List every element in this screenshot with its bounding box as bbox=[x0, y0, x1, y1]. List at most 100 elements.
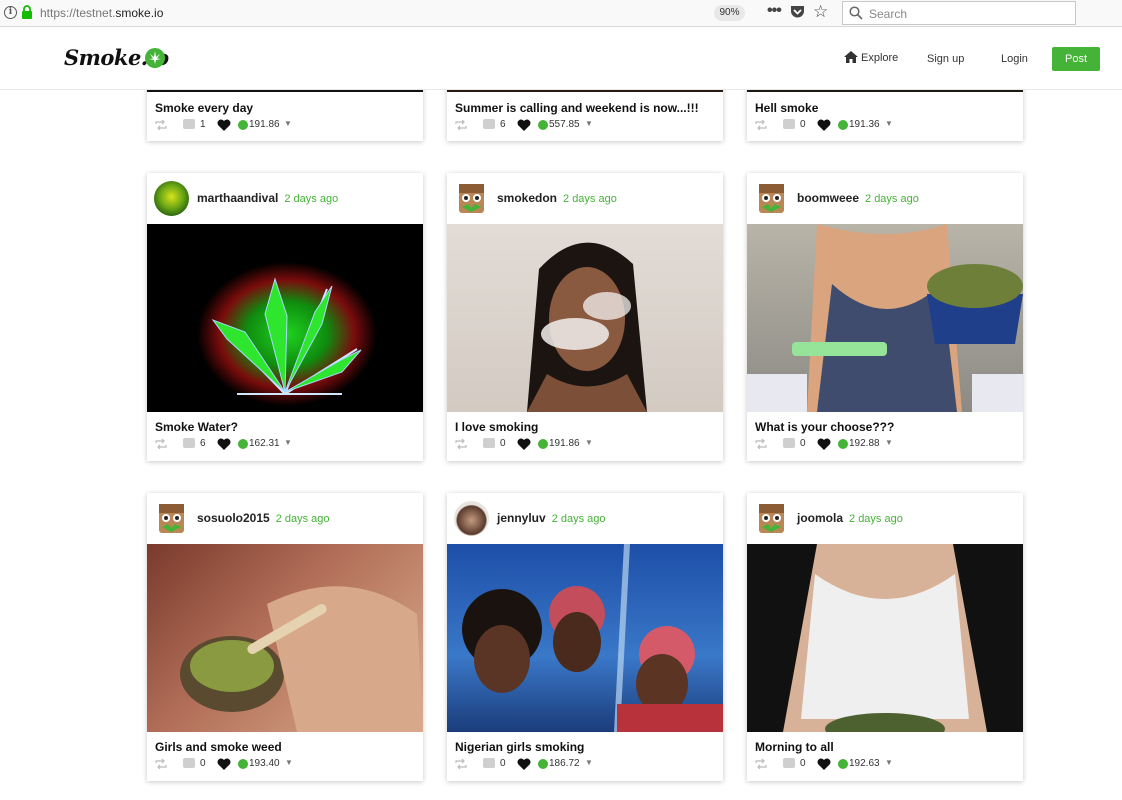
chevron-down-icon[interactable]: ▼ bbox=[885, 438, 893, 447]
browser-search-input[interactable]: Search bbox=[842, 1, 1076, 25]
heart-icon[interactable] bbox=[817, 438, 831, 450]
heart-icon[interactable] bbox=[217, 758, 231, 770]
post-card[interactable]: boomweee 2 days ago What is your choose??… bbox=[747, 173, 1023, 461]
resteem-icon[interactable] bbox=[155, 439, 167, 449]
comment-icon[interactable] bbox=[783, 119, 795, 129]
comment-icon[interactable] bbox=[783, 758, 795, 768]
chevron-down-icon[interactable]: ▼ bbox=[585, 119, 593, 128]
resteem-icon[interactable] bbox=[455, 759, 467, 769]
heart-icon[interactable] bbox=[517, 119, 531, 131]
search-placeholder: Search bbox=[869, 7, 908, 21]
comment-icon[interactable] bbox=[183, 119, 195, 129]
post-author: marthaandival 2 days ago bbox=[147, 173, 423, 224]
nav-explore-link[interactable]: Explore bbox=[844, 51, 898, 64]
chevron-down-icon[interactable]: ▼ bbox=[885, 758, 893, 767]
author-link[interactable]: joomola 2 days ago bbox=[797, 511, 903, 525]
post-author: jennyluv 2 days ago bbox=[447, 493, 723, 544]
chevron-down-icon[interactable]: ▼ bbox=[285, 758, 293, 767]
payout-value: 191.86 bbox=[549, 438, 580, 449]
resteem-icon[interactable] bbox=[755, 439, 767, 449]
post-image[interactable] bbox=[747, 224, 1023, 412]
post-button[interactable]: Post bbox=[1052, 47, 1100, 71]
author-link[interactable]: boomweee 2 days ago bbox=[797, 191, 919, 205]
resteem-icon[interactable] bbox=[455, 120, 467, 130]
comment-icon[interactable] bbox=[183, 438, 195, 448]
comment-icon[interactable] bbox=[483, 758, 495, 768]
post-card[interactable]: marthaandival 2 days ago Smoke Water? 6 1… bbox=[147, 173, 423, 461]
payout-value: 193.40 bbox=[249, 758, 280, 769]
chevron-down-icon[interactable]: ▼ bbox=[585, 438, 593, 447]
comment-icon[interactable] bbox=[483, 438, 495, 448]
payout-value: 557.85 bbox=[549, 119, 580, 130]
comment-icon[interactable] bbox=[783, 438, 795, 448]
heart-icon[interactable] bbox=[817, 119, 831, 131]
resteem-icon[interactable] bbox=[155, 120, 167, 130]
post-image[interactable] bbox=[447, 544, 723, 732]
post-title[interactable]: Hell smoke bbox=[755, 101, 818, 115]
nav-signup-link[interactable]: Sign up bbox=[927, 53, 964, 65]
post-title[interactable]: Girls and smoke weed bbox=[155, 740, 282, 754]
chevron-down-icon[interactable]: ▼ bbox=[885, 119, 893, 128]
post-meta: 6 557.85 ▼ bbox=[455, 119, 715, 133]
resteem-icon[interactable] bbox=[155, 759, 167, 769]
avatar[interactable] bbox=[154, 181, 189, 216]
payout-leaf-icon bbox=[838, 439, 848, 449]
avatar[interactable] bbox=[754, 181, 789, 216]
post-title[interactable]: Smoke Water? bbox=[155, 420, 238, 434]
resteem-icon[interactable] bbox=[455, 439, 467, 449]
comment-icon[interactable] bbox=[183, 758, 195, 768]
chevron-down-icon[interactable]: ▼ bbox=[284, 438, 292, 447]
post-author: boomweee 2 days ago bbox=[747, 173, 1023, 224]
payout-value: 192.63 bbox=[849, 758, 880, 769]
post-image[interactable] bbox=[747, 544, 1023, 732]
chevron-down-icon[interactable]: ▼ bbox=[585, 758, 593, 767]
heart-icon[interactable] bbox=[517, 438, 531, 450]
avatar[interactable] bbox=[754, 501, 789, 536]
avatar[interactable] bbox=[154, 501, 189, 536]
post-title[interactable]: Summer is calling and weekend is now...!… bbox=[455, 101, 699, 115]
post-title[interactable]: Smoke every day bbox=[155, 101, 253, 115]
post-meta: 0 193.40 ▼ bbox=[155, 758, 415, 772]
comment-count: 0 bbox=[800, 119, 806, 130]
post-card[interactable]: jennyluv 2 days ago Nigerian girls smokin… bbox=[447, 493, 723, 781]
avatar[interactable] bbox=[454, 501, 489, 536]
author-link[interactable]: jennyluv 2 days ago bbox=[497, 511, 606, 525]
zoom-level-badge[interactable]: 90% bbox=[714, 5, 745, 21]
pocket-icon[interactable] bbox=[790, 5, 805, 19]
comment-icon[interactable] bbox=[483, 119, 495, 129]
author-link[interactable]: marthaandival 2 days ago bbox=[197, 191, 338, 205]
avatar[interactable] bbox=[454, 181, 489, 216]
heart-icon[interactable] bbox=[217, 438, 231, 450]
address-bar-url[interactable]: https://testnet.smoke.io bbox=[40, 6, 163, 20]
heart-icon[interactable] bbox=[217, 119, 231, 131]
nav-login-link[interactable]: Login bbox=[1001, 53, 1028, 65]
post-title[interactable]: Nigerian girls smoking bbox=[455, 740, 584, 754]
bookmark-star-icon[interactable]: ☆ bbox=[813, 3, 828, 21]
post-title[interactable]: What is your choose??? bbox=[755, 420, 894, 434]
author-link[interactable]: sosuolo2015 2 days ago bbox=[197, 511, 330, 525]
post-image[interactable] bbox=[147, 224, 423, 412]
post-title[interactable]: I love smoking bbox=[455, 420, 538, 434]
photo-icon bbox=[180, 586, 423, 732]
payout-leaf-icon bbox=[838, 759, 848, 769]
chevron-down-icon[interactable]: ▼ bbox=[284, 119, 292, 128]
post-meta: 0 192.63 ▼ bbox=[755, 758, 1015, 772]
author-link[interactable]: smokedon 2 days ago bbox=[497, 191, 617, 205]
heart-icon[interactable] bbox=[817, 758, 831, 770]
resteem-icon[interactable] bbox=[755, 759, 767, 769]
page-actions-icon[interactable]: ••• bbox=[767, 2, 782, 20]
post-image[interactable] bbox=[447, 224, 723, 412]
post-meta: 0 186.72 ▼ bbox=[455, 758, 715, 772]
payout-leaf-icon bbox=[238, 439, 248, 449]
payout-value: 162.31 bbox=[249, 438, 280, 449]
resteem-icon[interactable] bbox=[755, 120, 767, 130]
post-title[interactable]: Morning to all bbox=[755, 740, 834, 754]
post-card[interactable]: joomola 2 days ago Morning to all 0 192.6… bbox=[747, 493, 1023, 781]
post-image[interactable] bbox=[147, 544, 423, 732]
heart-icon[interactable] bbox=[517, 758, 531, 770]
cannabis-leaf-icon bbox=[197, 262, 377, 406]
site-info-icon[interactable]: i bbox=[4, 6, 17, 19]
post-card[interactable]: smokedon 2 days ago I love smoking 0 191.… bbox=[447, 173, 723, 461]
post-card[interactable]: sosuolo2015 2 days ago Girls and smoke we… bbox=[147, 493, 423, 781]
post-time: 2 days ago bbox=[563, 193, 617, 205]
